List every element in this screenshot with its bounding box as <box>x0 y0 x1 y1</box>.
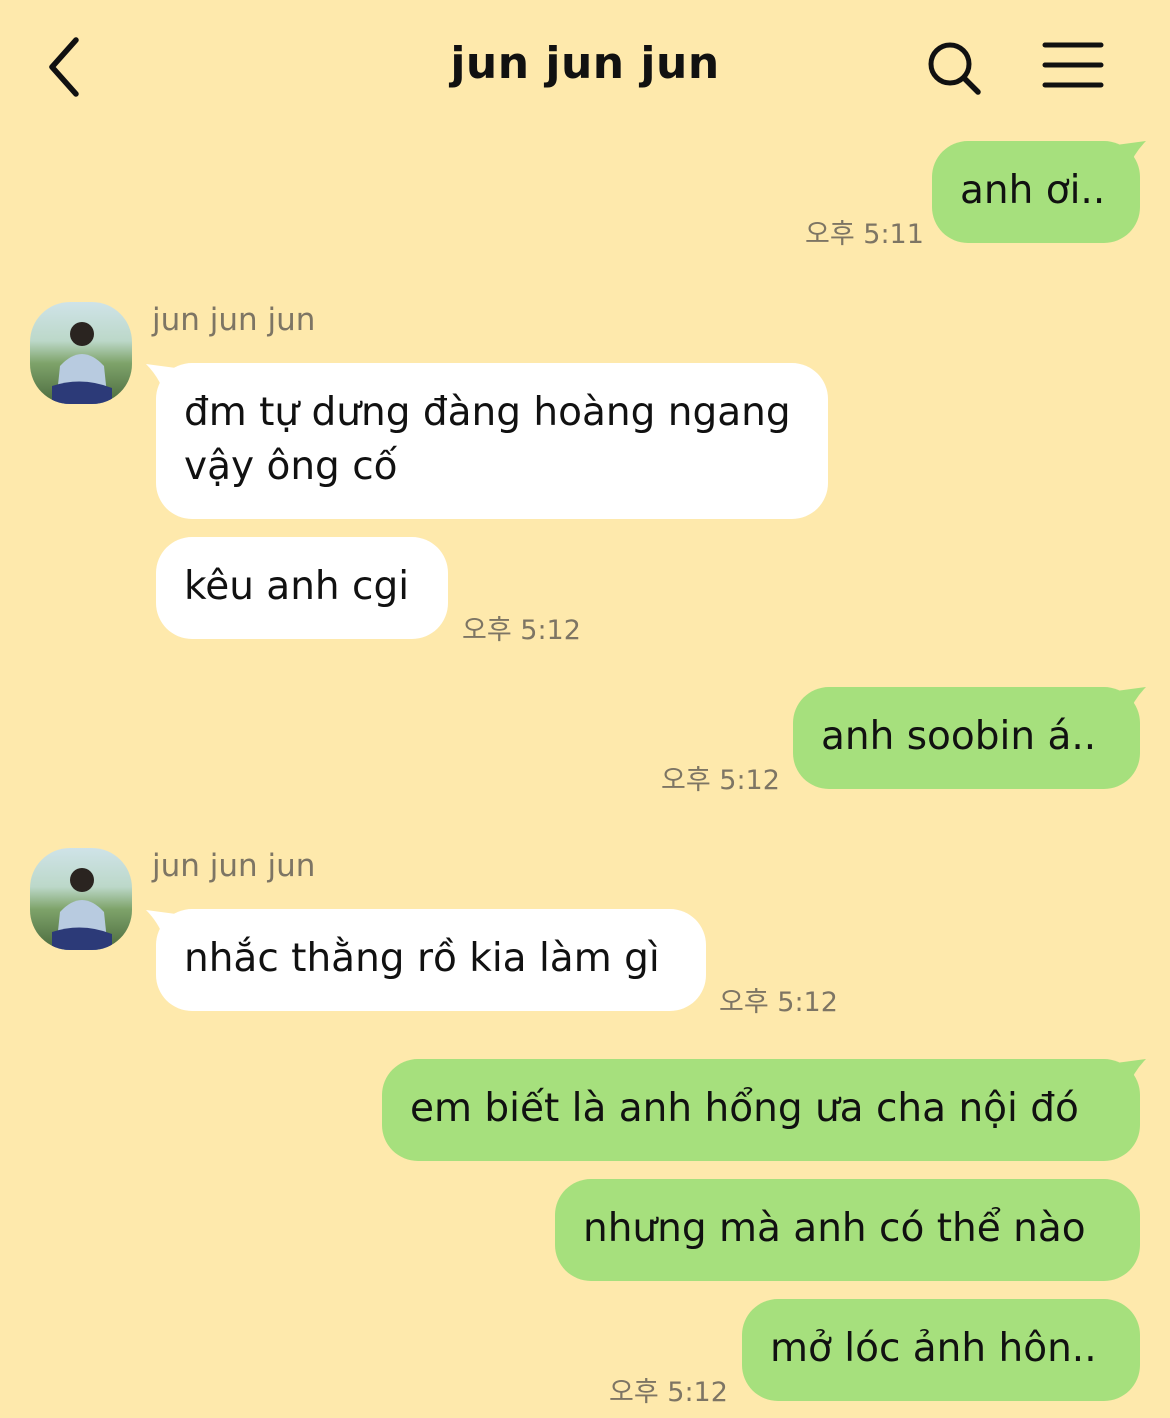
sender-name: jun jun jun <box>152 848 316 884</box>
sender-name: jun jun jun <box>152 302 316 338</box>
message-text: anh ơi.. <box>960 168 1106 213</box>
message-bubble-sent[interactable]: mở lóc ảnh hôn.. <box>742 1299 1140 1401</box>
chat-header: jun jun jun <box>0 0 1170 130</box>
menu-button[interactable] <box>1040 40 1106 92</box>
message-timestamp: 오후 5:12 <box>609 1377 728 1408</box>
message-bubble-sent[interactable]: nhưng mà anh có thể nào <box>555 1179 1140 1281</box>
message-text: đm tự dưng đàng hoàng ngang vậy ông cố <box>184 390 791 489</box>
message-bubble-received[interactable]: đm tự dưng đàng hoàng ngang vậy ông cố <box>156 363 828 519</box>
search-icon <box>928 42 981 95</box>
search-button[interactable] <box>924 38 984 98</box>
avatar-photo <box>52 868 112 950</box>
message-text: nhắc thằng rồ kia làm gì <box>184 936 660 981</box>
message-timestamp: 오후 5:11 <box>805 219 924 250</box>
message-bubble-sent[interactable]: anh ơi.. <box>932 141 1140 243</box>
message-text: em biết là anh hổng ưa cha nội đó <box>410 1086 1079 1131</box>
message-bubble-sent[interactable]: em biết là anh hổng ưa cha nội đó <box>382 1059 1140 1161</box>
chat-title: jun jun jun <box>450 38 720 89</box>
hamburger-menu-icon <box>1042 42 1104 88</box>
message-text: kêu anh cgi <box>184 564 410 609</box>
message-bubble-received[interactable]: kêu anh cgi <box>156 537 448 639</box>
message-text: anh soobin á.. <box>821 714 1097 759</box>
avatar[interactable] <box>30 302 132 404</box>
message-timestamp: 오후 5:12 <box>462 615 581 646</box>
message-text: nhưng mà anh có thể nào <box>583 1206 1086 1251</box>
message-bubble-sent[interactable]: anh soobin á.. <box>793 687 1140 789</box>
message-text: mở lóc ảnh hôn.. <box>770 1326 1097 1371</box>
message-timestamp: 오후 5:12 <box>661 765 780 796</box>
message-bubble-received[interactable]: nhắc thằng rồ kia làm gì <box>156 909 706 1011</box>
message-timestamp: 오후 5:12 <box>719 987 838 1018</box>
avatar-photo <box>52 322 112 404</box>
avatar[interactable] <box>30 848 132 950</box>
